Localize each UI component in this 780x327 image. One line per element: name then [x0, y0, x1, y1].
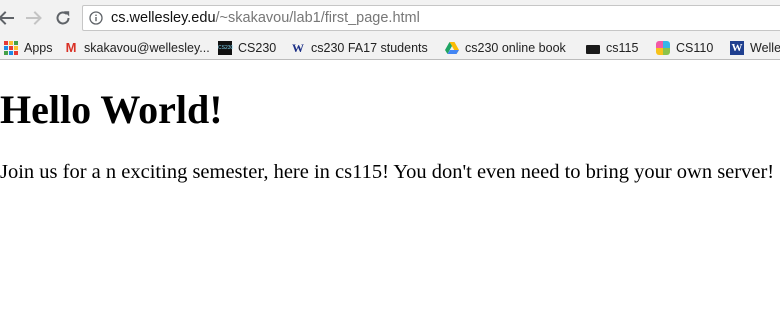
reload-button[interactable]	[53, 8, 73, 28]
address-bar[interactable]: cs.wellesley.edu/~skakavou/lab1/first_pa…	[82, 5, 780, 31]
bookmark-cs230-book[interactable]: cs230 online book	[445, 39, 566, 57]
back-button[interactable]	[0, 8, 16, 28]
cs115-icon	[586, 44, 600, 54]
bookmark-gmail[interactable]: M skakavou@wellesley...	[64, 39, 210, 57]
page-title: Hello World!	[0, 87, 223, 132]
bookmark-label: skakavou@wellesley...	[84, 41, 210, 55]
forward-button[interactable]	[24, 8, 44, 28]
page-content: Hello World! Join us for a n exciting se…	[0, 60, 780, 327]
reload-icon	[56, 11, 70, 25]
arrow-right-icon	[26, 11, 42, 25]
bookmark-apps[interactable]: Apps	[4, 39, 53, 57]
wellesley-icon: W	[730, 41, 744, 55]
bookmark-label: CS230	[238, 41, 277, 55]
cs110-icon	[656, 41, 670, 55]
drive-icon	[445, 42, 459, 54]
bookmark-label: cs230 online book	[465, 41, 566, 55]
intro-paragraph: Join us for a n exciting semester, here …	[0, 161, 775, 183]
bookmark-cs230-students[interactable]: W cs230 FA17 students	[291, 39, 428, 57]
cs230-icon: CS230	[218, 41, 233, 55]
bookmark-cs115[interactable]: cs115	[586, 39, 638, 57]
bookmark-wellesley[interactable]: W Welle	[730, 39, 780, 57]
bookmark-label: cs115	[606, 41, 639, 55]
url-text[interactable]: cs.wellesley.edu/~skakavou/lab1/first_pa…	[111, 10, 420, 27]
bookmark-label: cs230 FA17 students	[311, 41, 428, 55]
wellesley-w-icon: W	[292, 41, 304, 55]
arrow-left-icon	[0, 11, 14, 25]
bookmarks-bar: Apps M skakavou@wellesley... CS230 CS230…	[0, 36, 780, 60]
bookmark-cs230[interactable]: CS230 CS230	[218, 39, 276, 57]
url-host: cs.wellesley.edu	[111, 10, 216, 26]
url-path: /~skakavou/lab1/first_page.html	[215, 10, 420, 26]
apps-grid-icon	[4, 41, 18, 55]
bookmark-cs110[interactable]: CS110	[656, 39, 713, 57]
browser-toolbar: cs.wellesley.edu/~skakavou/lab1/first_pa…	[0, 0, 780, 36]
info-circle-icon[interactable]	[89, 11, 103, 25]
bookmark-label: Apps	[24, 41, 53, 55]
bookmark-label: Welle	[750, 41, 780, 55]
bookmark-label: CS110	[676, 41, 714, 55]
gmail-icon: M	[65, 40, 77, 55]
